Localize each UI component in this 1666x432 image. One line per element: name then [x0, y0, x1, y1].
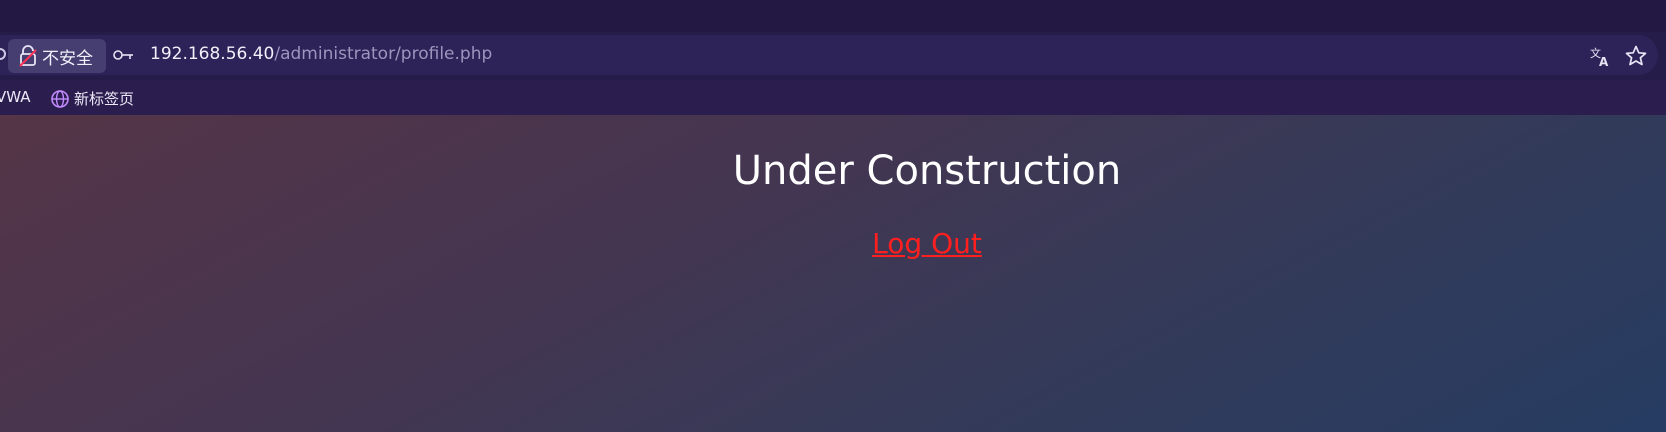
address-bar[interactable]: 不安全 192.168.56.40/administrator/profile.… — [0, 35, 1658, 75]
logout-link[interactable]: Log Out — [872, 227, 982, 260]
tab-strip — [0, 0, 1666, 32]
star-icon[interactable] — [1624, 44, 1648, 68]
page-title: Under Construction — [732, 148, 1122, 194]
bookmark-dvwa[interactable]: VWA — [0, 88, 31, 106]
site-security-button[interactable]: 不安全 — [8, 39, 106, 73]
page-content: Under Construction Log Out — [0, 115, 1666, 432]
translate-icon[interactable]: 文 A — [1589, 45, 1611, 69]
url-path: /administrator/profile.php — [274, 44, 493, 64]
browser-toolbar: 不安全 192.168.56.40/administrator/profile.… — [0, 32, 1666, 80]
bookmarks-bar: VWA 新标签页 — [0, 80, 1666, 115]
key-icon[interactable] — [113, 47, 135, 61]
svg-text:A: A — [1599, 55, 1609, 67]
url-text[interactable]: 192.168.56.40/administrator/profile.php — [150, 44, 492, 64]
reload-icon[interactable] — [0, 48, 6, 60]
logout-container: Log Out — [0, 227, 1666, 260]
bookmark-label: 新标签页 — [74, 90, 135, 108]
security-label: 不安全 — [42, 48, 93, 69]
bookmark-label: VWA — [0, 88, 31, 106]
url-host: 192.168.56.40 — [150, 44, 275, 64]
globe-icon — [50, 89, 70, 109]
lock-icon — [19, 45, 37, 67]
bookmark-new-tab[interactable]: 新标签页 — [50, 88, 134, 109]
